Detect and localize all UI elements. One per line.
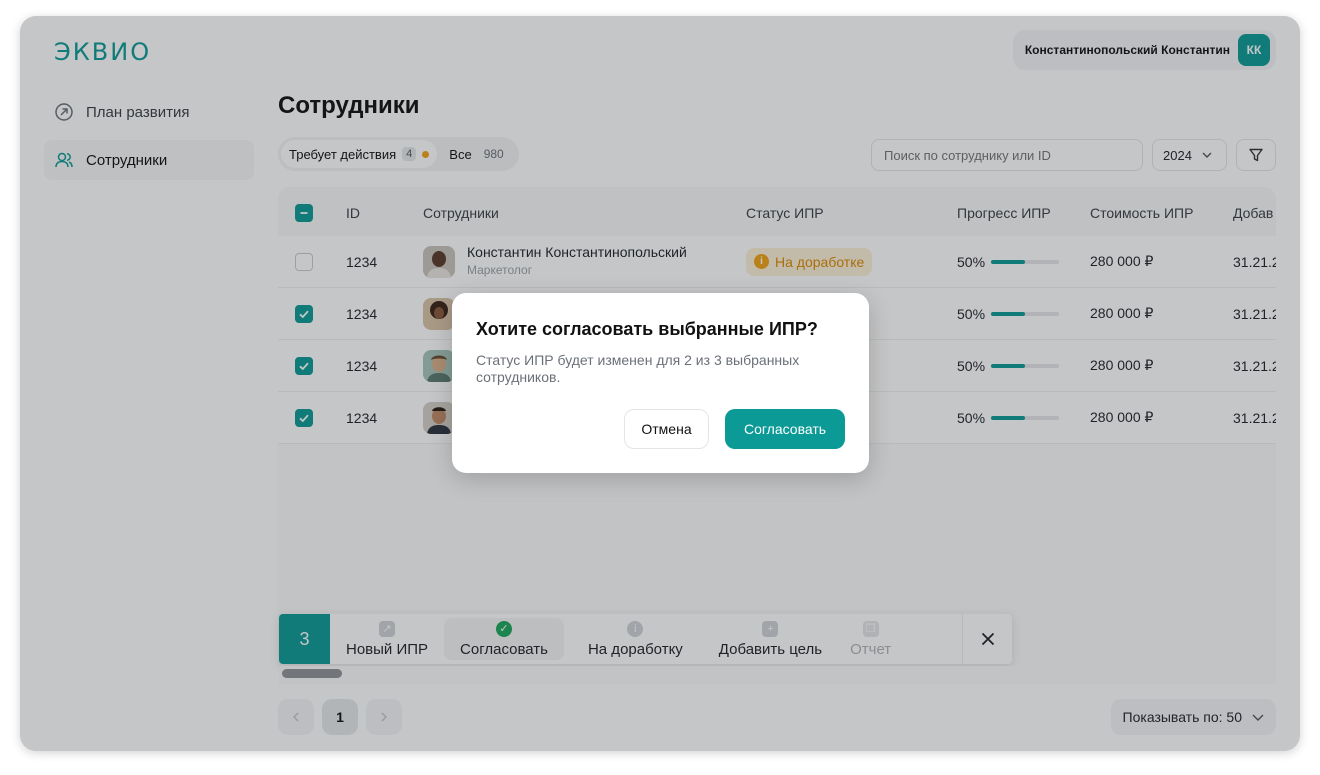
confirm-dialog: Хотите согласовать выбранные ИПР? Статус… [452,293,869,473]
confirm-approve-button[interactable]: Согласовать [725,409,845,449]
app-window: ЭКВИО Константинопольский Константин КК … [20,16,1300,751]
dialog-message: Статус ИПР будет изменен для 2 из 3 выбр… [476,352,800,385]
dialog-title: Хотите согласовать выбранные ИПР? [476,319,818,339]
cancel-button[interactable]: Отмена [624,409,709,449]
